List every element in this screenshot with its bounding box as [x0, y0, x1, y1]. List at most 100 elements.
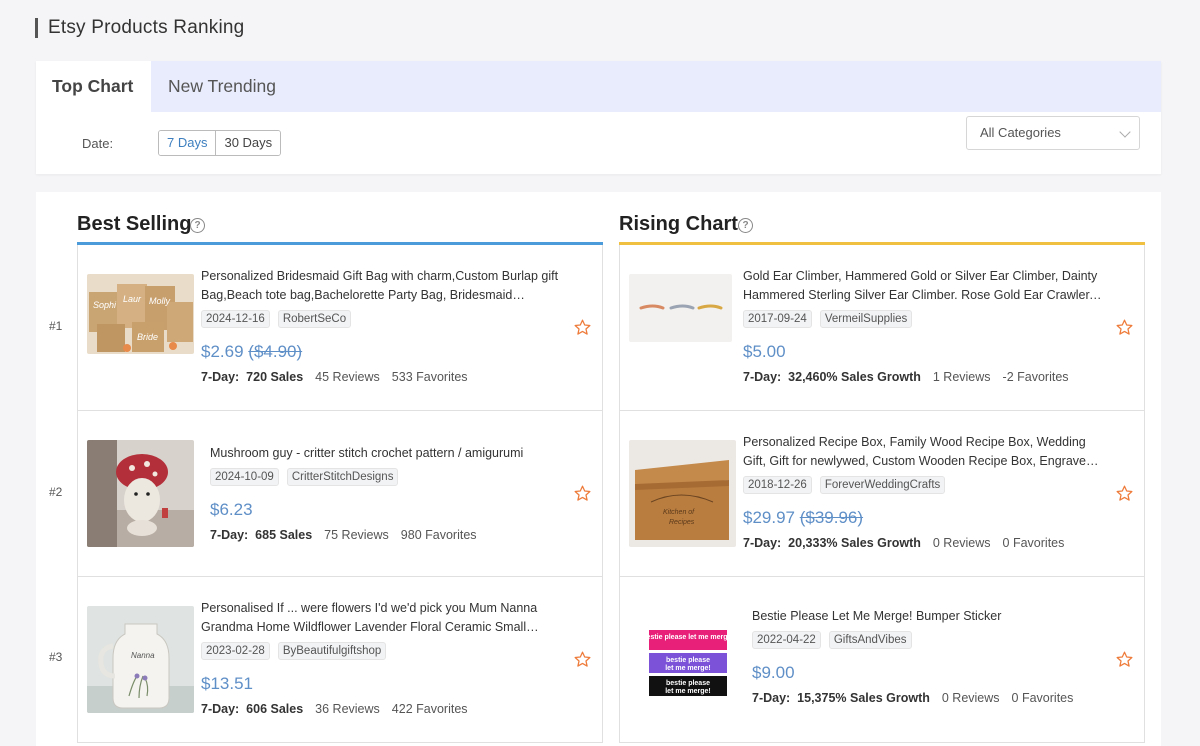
svg-text:Laur: Laur — [123, 294, 142, 304]
list-item: Gold Ear Climber, Hammered Gold or Silve… — [620, 245, 1144, 411]
category-select[interactable]: All Categories — [966, 116, 1140, 150]
page-header: Etsy Products Ranking — [35, 17, 244, 39]
stat-period: 7-Day: — [201, 702, 240, 716]
shop-name[interactable]: ByBeautifulgiftshop — [277, 642, 387, 660]
star-icon[interactable] — [1115, 318, 1134, 337]
shop-name[interactable]: GiftsAndVibes — [828, 631, 912, 649]
chart-tabs: Top Chart New Trending — [36, 61, 1161, 112]
sales-count: 720 Sales — [246, 370, 304, 384]
current-price: $9.00 — [752, 663, 795, 682]
rising-chart-title: Rising Chart — [619, 213, 738, 235]
current-price: $29.97 — [743, 508, 795, 527]
product-image[interactable]: Kitchen of Recipes — [629, 440, 736, 547]
product-image[interactable]: bestie please let me merge! bestie pleas… — [629, 606, 745, 713]
list-item: Kitchen of Recipes Personalized Recipe B… — [620, 411, 1144, 577]
product-stats: 7-Day: 32,460% Sales Growth 1 Reviews -2… — [743, 370, 1104, 384]
rank-label: #1 — [49, 319, 63, 333]
best-selling-list: Sophi Laur Molly Bride Personalized Brid… — [77, 245, 603, 743]
current-price: $13.51 — [201, 674, 253, 693]
favorites-count: -2 Favorites — [1002, 370, 1069, 384]
date-30-days-button[interactable]: 30 Days — [216, 131, 281, 155]
svg-text:Kitchen of: Kitchen of — [663, 509, 695, 516]
product-stats: 7-Day: 15,375% Sales Growth 0 Reviews 0 … — [752, 691, 1104, 705]
shop-name[interactable]: RobertSeCo — [277, 310, 352, 328]
product-title[interactable]: Bestie Please Let Me Merge! Bumper Stick… — [752, 607, 1104, 626]
sales-growth: 20,333% Sales Growth — [788, 536, 921, 550]
original-price: ($4.90) — [248, 342, 303, 361]
product-title[interactable]: Gold Ear Climber, Hammered Gold or Silve… — [743, 267, 1104, 305]
current-price: $6.23 — [210, 500, 253, 519]
tab-top-chart[interactable]: Top Chart — [36, 61, 151, 112]
product-price: $29.97 ($39.96) — [743, 508, 1104, 528]
product-image[interactable] — [629, 274, 732, 342]
sticker-label: bestie please let me merge! — [642, 634, 733, 641]
svg-text:Nanna: Nanna — [131, 651, 155, 660]
stat-period: 7-Day: — [201, 370, 240, 384]
sales-growth: 15,375% Sales Growth — [797, 691, 930, 705]
best-selling-title: Best Selling — [77, 213, 192, 235]
favorites-count: 0 Favorites — [1011, 691, 1074, 705]
star-icon[interactable] — [1115, 484, 1134, 503]
shop-name[interactable]: CritterStitchDesigns — [286, 468, 399, 486]
star-icon[interactable] — [1115, 650, 1134, 669]
svg-text:let me merge!: let me merge! — [665, 688, 711, 695]
filter-panel: Top Chart New Trending Date: 7 Days 30 D… — [36, 61, 1161, 174]
title-accent-bar — [35, 18, 38, 38]
stat-period: 7-Day: — [743, 370, 782, 384]
product-info: Personalized Bridesmaid Gift Bag with ch… — [201, 267, 562, 384]
shop-name[interactable]: VermeilSupplies — [819, 310, 913, 328]
current-price: $5.00 — [743, 342, 786, 361]
list-item: Mushroom guy - critter stitch crochet pa… — [78, 411, 602, 577]
sales-growth: 32,460% Sales Growth — [788, 370, 921, 384]
product-info: Personalized Recipe Box, Family Wood Rec… — [743, 433, 1104, 550]
date-filter-row: Date: 7 Days 30 Days All Categories — [36, 112, 1161, 174]
help-icon[interactable]: ? — [190, 218, 205, 233]
sales-count: 685 Sales — [255, 528, 313, 542]
star-icon[interactable] — [573, 650, 592, 669]
svg-text:bestie please: bestie please — [666, 680, 710, 687]
tab-new-trending[interactable]: New Trending — [151, 61, 292, 112]
product-image[interactable] — [87, 440, 194, 547]
product-stats: 7-Day: 685 Sales 75 Reviews 980 Favorite… — [210, 528, 562, 542]
product-price: $6.23 — [210, 500, 562, 520]
svg-text:let me merge!: let me merge! — [665, 665, 711, 672]
listing-date: 2017-09-24 — [743, 310, 812, 328]
svg-text:bestie please: bestie please — [666, 657, 710, 664]
stat-period: 7-Day: — [752, 691, 791, 705]
date-label: Date: — [82, 136, 114, 151]
star-icon[interactable] — [573, 318, 592, 337]
rising-chart-header: Rising Chart ? — [619, 192, 1145, 245]
favorites-count: 0 Favorites — [1002, 536, 1065, 550]
product-stats: 7-Day: 20,333% Sales Growth 0 Reviews 0 … — [743, 536, 1104, 550]
product-title[interactable]: Mushroom guy - critter stitch crochet pa… — [210, 444, 562, 463]
date-7-days-button[interactable]: 7 Days — [159, 131, 217, 155]
reviews-count: 75 Reviews — [324, 528, 389, 542]
product-image[interactable]: Nanna — [87, 606, 194, 713]
reviews-count: 45 Reviews — [315, 370, 380, 384]
reviews-count: 0 Reviews — [932, 536, 991, 550]
page-title: Etsy Products Ranking — [48, 17, 245, 38]
original-price: ($39.96) — [799, 508, 864, 527]
shop-name[interactable]: ForeverWeddingCrafts — [819, 476, 946, 494]
product-info: Mushroom guy - critter stitch crochet pa… — [210, 444, 562, 542]
best-selling-column: Best Selling ? Sophi Laur Molly Bride Pe… — [77, 192, 603, 743]
favorites-count: 980 Favorites — [400, 528, 477, 542]
product-title[interactable]: Personalized Bridesmaid Gift Bag with ch… — [201, 267, 562, 305]
product-price: $13.51 — [201, 674, 562, 694]
product-price: $9.00 — [752, 663, 1104, 683]
svg-text:Recipes: Recipes — [669, 519, 695, 526]
svg-text:Sophi: Sophi — [93, 300, 117, 310]
product-title[interactable]: Personalised If ... were flowers I'd we'… — [201, 599, 562, 637]
star-icon[interactable] — [573, 484, 592, 503]
product-stats: 7-Day: 720 Sales 45 Reviews 533 Favorite… — [201, 370, 562, 384]
listing-date: 2018-12-26 — [743, 476, 812, 494]
listing-date: 2024-12-16 — [201, 310, 270, 328]
best-selling-header: Best Selling ? — [77, 192, 603, 245]
help-icon[interactable]: ? — [738, 218, 753, 233]
list-item: bestie please let me merge! bestie pleas… — [620, 577, 1144, 743]
product-image[interactable]: Sophi Laur Molly Bride — [87, 274, 194, 354]
listing-date: 2023-02-28 — [201, 642, 270, 660]
date-range-toggle: 7 Days 30 Days — [158, 130, 282, 156]
svg-text:Molly: Molly — [149, 296, 171, 306]
product-title[interactable]: Personalized Recipe Box, Family Wood Rec… — [743, 433, 1104, 471]
